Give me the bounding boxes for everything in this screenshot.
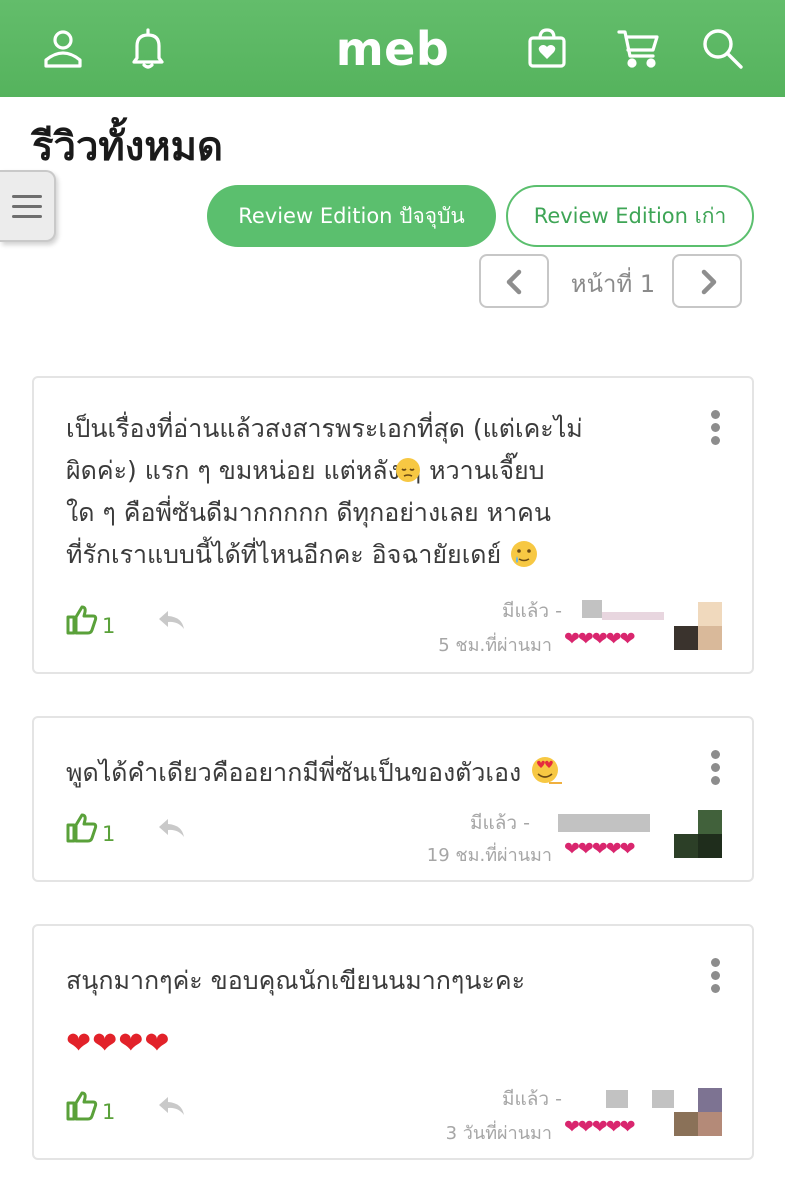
smiling-tear-face-icon [511, 541, 538, 567]
review-card: เป็นเรื่องที่อ่านแล้วสงสารพระเอกที่สุด (… [32, 376, 754, 674]
reply-icon[interactable] [156, 1094, 186, 1118]
review-hearts: ❤❤❤❤ [66, 1026, 171, 1061]
cart-icon[interactable] [617, 26, 661, 70]
avatar[interactable] [674, 602, 722, 650]
wishlist-bag-icon[interactable] [525, 26, 569, 70]
review-text: พูดได้คำเดียวคืออยากมีพี่ซันเป็นของตัวเอ… [66, 752, 666, 794]
redacted-username [652, 1090, 674, 1108]
page-indicator: หน้าที่ 1 [570, 270, 656, 298]
more-options-icon[interactable] [708, 958, 722, 994]
review-time: 3 วันที่ผ่านมา [445, 1123, 552, 1144]
avatar[interactable] [674, 1088, 722, 1136]
thumbs-up-icon[interactable] [66, 1091, 98, 1121]
page-title: รีวิวทั้งหมด [32, 124, 224, 170]
hamburger-icon[interactable] [0, 170, 56, 242]
top-navigation-bar: meb [0, 0, 785, 97]
review-time: 19 ชม.ที่ผ่านมา [426, 845, 552, 866]
review-text: สนุกมากๆค่ะ ขอบคุณนักเขียนนมากๆนะคะ [66, 966, 525, 995]
like-count: 1 [102, 822, 116, 846]
more-options-icon[interactable] [708, 410, 722, 446]
ownership-status: มีแล้ว - [470, 812, 530, 834]
ownership-status: มีแล้ว - [502, 1088, 562, 1110]
reply-icon[interactable] [156, 816, 186, 840]
ownership-status: มีแล้ว - [502, 600, 562, 622]
like-count: 1 [102, 614, 116, 638]
thumbs-up-icon[interactable] [66, 605, 98, 635]
pensive-face-icon [395, 458, 420, 482]
review-time: 5 ชม.ที่ผ่านมา [438, 635, 552, 656]
rating-hearts: ❤❤❤❤❤ [564, 1116, 636, 1138]
search-icon[interactable] [700, 26, 744, 70]
prev-page-button[interactable] [479, 254, 549, 308]
review-card: สนุกมากๆค่ะ ขอบคุณนักเขียนนมากๆนะคะ ❤❤❤❤… [32, 924, 754, 1160]
more-options-icon[interactable] [708, 750, 722, 786]
reply-icon[interactable] [156, 608, 186, 632]
chevron-right-icon [701, 269, 717, 295]
tab-old-edition[interactable]: Review Edition เก่า [506, 185, 754, 247]
review-text: เป็นเรื่องที่อ่านแล้วสงสารพระเอกที่สุด (… [66, 414, 583, 569]
thumbs-up-icon[interactable] [66, 813, 98, 843]
heart-eyes-face-icon [532, 757, 563, 784]
like-count: 1 [102, 1100, 116, 1124]
rating-hearts: ❤❤❤❤❤ [564, 628, 636, 650]
avatar[interactable] [674, 810, 722, 858]
review-card: พูดได้คำเดียวคืออยากมีพี่ซันเป็นของตัวเอ… [32, 716, 754, 882]
next-page-button[interactable] [672, 254, 742, 308]
tab-current-edition[interactable]: Review Edition ปัจจุบัน [207, 185, 496, 247]
rating-hearts: ❤❤❤❤❤ [564, 838, 636, 860]
redacted-username [558, 814, 650, 832]
redacted-username [606, 1090, 628, 1108]
brand-logo[interactable]: meb [0, 22, 785, 76]
chevron-left-icon [506, 269, 522, 295]
redacted-username [582, 600, 602, 618]
redacted-username [602, 612, 664, 620]
